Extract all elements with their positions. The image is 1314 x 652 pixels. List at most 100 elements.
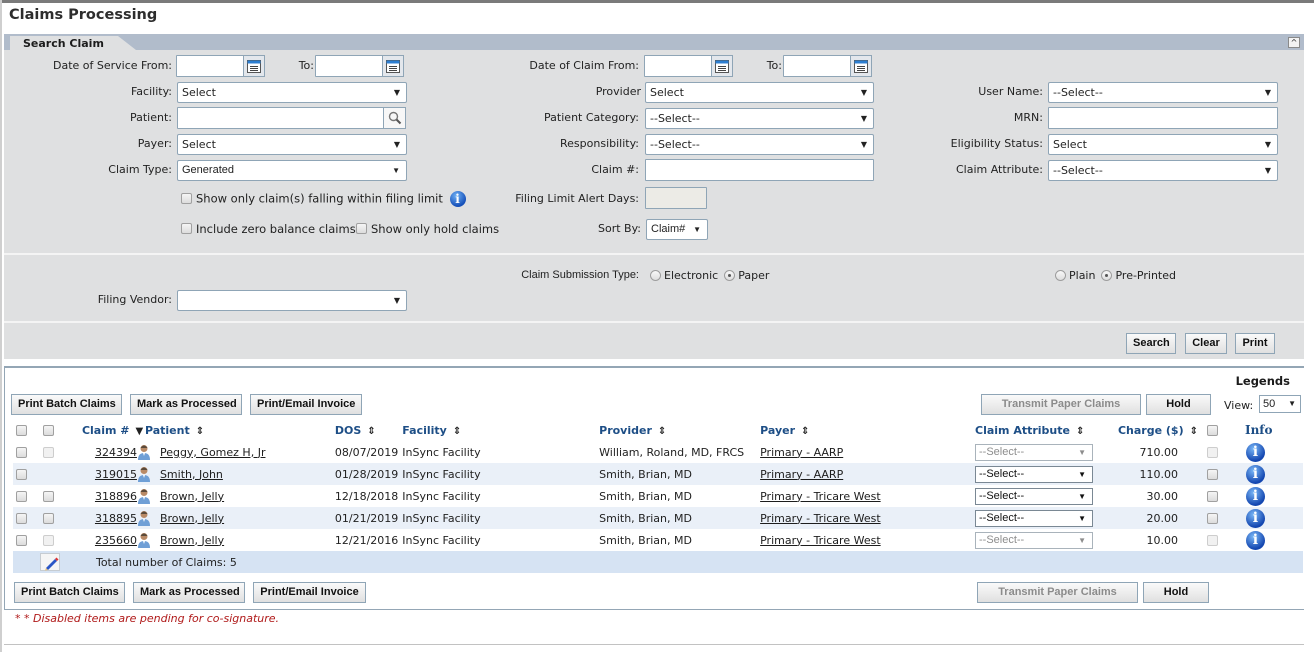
doc-from-input[interactable]: [644, 55, 712, 77]
table-row[interactable]: 324394 Peggy, Gomez H, Jr 08/07/2019 InSync…: [13, 441, 1303, 463]
clear-button[interactable]: Clear: [1185, 333, 1227, 354]
filing-limit-option[interactable]: Show only claim(s) falling within filing…: [181, 191, 466, 207]
row-secondary-checkbox[interactable]: [42, 491, 54, 502]
user-name-select[interactable]: --Select-- ▼: [1048, 82, 1278, 103]
col-provider[interactable]: Provider ⇕: [599, 419, 760, 441]
select-all-secondary-checkbox[interactable]: [42, 425, 54, 436]
info-icon[interactable]: i: [1245, 530, 1265, 550]
payer-link[interactable]: Primary - Tricare West: [760, 490, 881, 503]
print-batch-claims-button-bottom[interactable]: Print Batch Claims: [14, 582, 125, 603]
patient-link[interactable]: Smith, John: [160, 468, 223, 481]
row-claim-attribute-select[interactable]: --Select-- ▼: [975, 487, 1093, 505]
patient-category-select[interactable]: --Select-- ▼: [645, 108, 874, 129]
patient-link[interactable]: Peggy, Gomez H, Jr: [160, 446, 266, 459]
claim-number-link[interactable]: 318895: [95, 512, 137, 525]
mrn-input[interactable]: [1048, 107, 1278, 129]
patient-link[interactable]: Brown, Jelly: [160, 534, 224, 547]
col-dos[interactable]: DOS ⇕: [335, 419, 398, 441]
row-secondary-checkbox[interactable]: [42, 513, 54, 524]
claim-number-link[interactable]: 324394: [95, 446, 137, 459]
sort-by-select[interactable]: Claim# ▼: [646, 219, 708, 240]
info-icon[interactable]: i: [1245, 464, 1265, 484]
hold-only-option[interactable]: Show only hold claims: [356, 222, 499, 236]
payer-link[interactable]: Primary - AARP: [760, 468, 843, 481]
info-icon[interactable]: i: [1245, 442, 1265, 462]
dos-from-input[interactable]: [176, 55, 244, 77]
row-select-checkbox[interactable]: [16, 491, 27, 502]
table-row[interactable]: 318895 Brown, Jelly 01/21/2019 InSync Facil…: [13, 507, 1303, 529]
select-all-checkbox[interactable]: [16, 425, 27, 436]
edit-pencil-icon[interactable]: [39, 553, 60, 571]
patient-input[interactable]: [177, 107, 384, 129]
claim-number-link[interactable]: 318896: [95, 490, 137, 503]
view-count-select[interactable]: 50 ▼: [1259, 395, 1301, 413]
legends-link[interactable]: Legends: [1236, 374, 1290, 388]
radio-electronic[interactable]: [650, 269, 661, 281]
table-row[interactable]: 235660 Brown, Jelly 12/21/2016 InSync Facil…: [13, 529, 1303, 551]
info-icon[interactable]: i: [449, 191, 466, 207]
table-row[interactable]: 318896 Brown, Jelly 12/18/2018 InSync Facil…: [13, 485, 1303, 507]
hold-button-bottom[interactable]: Hold: [1143, 582, 1209, 603]
tab-search-claim[interactable]: Search Claim: [10, 36, 136, 50]
mark-as-processed-button-bottom[interactable]: Mark as Processed: [133, 582, 245, 603]
mark-as-processed-button[interactable]: Mark as Processed: [130, 394, 242, 415]
eligibility-status-select[interactable]: Select ▼: [1048, 134, 1278, 155]
calendar-icon[interactable]: [243, 55, 265, 77]
row-select-checkbox[interactable]: [16, 535, 27, 546]
print-email-invoice-button[interactable]: Print/Email Invoice: [250, 394, 362, 415]
print-batch-claims-button[interactable]: Print Batch Claims: [11, 394, 122, 415]
radio-pre-printed[interactable]: [1101, 269, 1113, 281]
row-hold-checkbox[interactable]: [1207, 491, 1218, 502]
claim-attribute-select[interactable]: --Select-- ▼: [1048, 160, 1278, 181]
payer-link[interactable]: Primary - Tricare West: [760, 512, 881, 525]
hold-only-checkbox[interactable]: [356, 223, 367, 234]
facility-select[interactable]: Select ▼: [177, 82, 407, 103]
filing-vendor-select[interactable]: ▼: [177, 290, 407, 311]
results-panel: Legends Print Batch Claims Mark as Proce…: [4, 366, 1304, 610]
print-button[interactable]: Print: [1235, 333, 1275, 354]
chevron-up-icon[interactable]: ^: [1288, 37, 1300, 48]
col-facility[interactable]: Facility ⇕: [398, 419, 599, 441]
patient-link[interactable]: Brown, Jelly: [160, 512, 224, 525]
row-hold-checkbox[interactable]: [1207, 513, 1218, 524]
table-row[interactable]: 319015 Smith, John 01/28/2019 InSync Facili…: [13, 463, 1303, 485]
claim-type-select[interactable]: Generated ▼: [177, 160, 407, 181]
col-claim-attribute[interactable]: Claim Attribute ⇕: [975, 419, 1100, 441]
zero-balance-checkbox[interactable]: [181, 223, 192, 234]
info-icon[interactable]: i: [1245, 486, 1265, 506]
radio-plain[interactable]: [1055, 269, 1066, 281]
claim-number-link[interactable]: 235660: [95, 534, 137, 547]
col-patient[interactable]: Patient ⇕: [145, 419, 335, 441]
hold-button[interactable]: Hold: [1146, 394, 1211, 415]
row-claim-attribute-select[interactable]: --Select-- ▼: [975, 465, 1093, 483]
patient-link[interactable]: Brown, Jelly: [160, 490, 224, 503]
dos-to-input[interactable]: [315, 55, 383, 77]
calendar-icon[interactable]: [850, 55, 872, 77]
col-payer[interactable]: Payer ⇕: [760, 419, 975, 441]
calendar-icon[interactable]: [382, 55, 404, 77]
patient-search-button[interactable]: [383, 107, 406, 129]
col-charge[interactable]: Charge ($) ⇕: [1100, 419, 1198, 441]
row-hold-checkbox[interactable]: [1207, 469, 1218, 480]
claim-number-input[interactable]: [645, 159, 874, 181]
claim-number-link[interactable]: 319015: [95, 468, 137, 481]
search-button[interactable]: Search: [1126, 333, 1176, 354]
radio-paper[interactable]: [724, 269, 736, 281]
row-select-checkbox[interactable]: [16, 513, 27, 524]
print-email-invoice-button-bottom[interactable]: Print/Email Invoice: [253, 582, 366, 603]
filing-limit-checkbox[interactable]: [181, 192, 192, 204]
row-select-checkbox[interactable]: [16, 469, 27, 480]
row-claim-attribute-select[interactable]: --Select-- ▼: [975, 509, 1093, 527]
row-select-checkbox[interactable]: [16, 447, 27, 458]
zero-balance-option[interactable]: Include zero balance claims: [181, 222, 356, 236]
payer-link[interactable]: Primary - Tricare West: [760, 534, 881, 547]
doc-to-input[interactable]: [783, 55, 851, 77]
calendar-icon[interactable]: [711, 55, 733, 77]
col-claim-number[interactable]: Claim # ▼: [70, 419, 145, 441]
responsibility-select[interactable]: --Select-- ▼: [645, 134, 874, 155]
payer-link[interactable]: Primary - AARP: [760, 446, 843, 459]
provider-select[interactable]: Select ▼: [645, 82, 874, 103]
payer-select[interactable]: Select ▼: [177, 134, 407, 155]
select-all-hold-checkbox[interactable]: [1207, 425, 1218, 436]
info-icon[interactable]: i: [1245, 508, 1265, 528]
